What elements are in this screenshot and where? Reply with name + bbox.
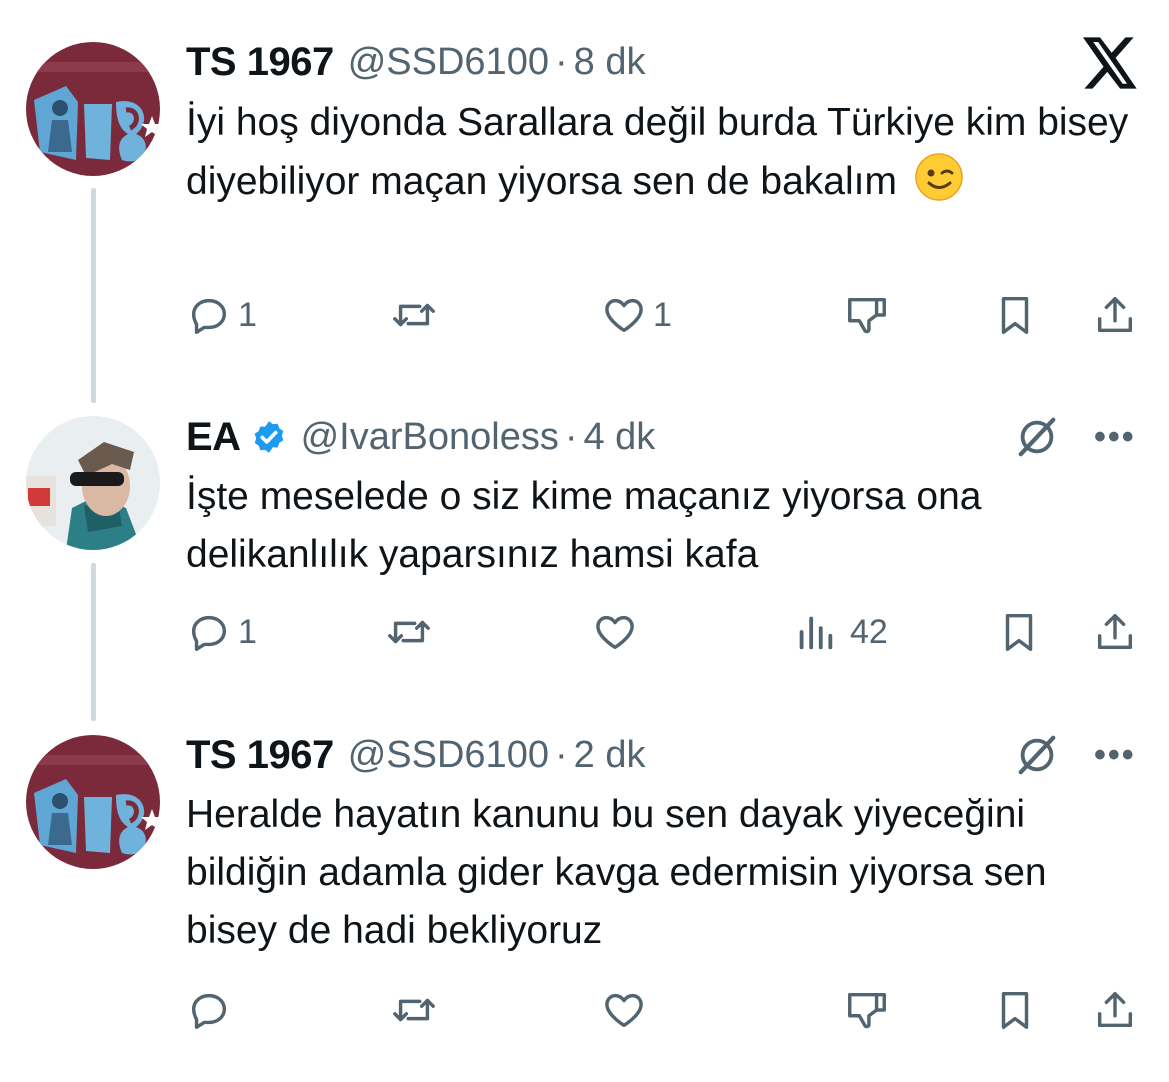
tweet-actions: 1 42 [186,606,1146,658]
thread-line [91,188,96,403]
like-count: 1 [653,295,672,334]
user-handle[interactable]: @SSD6100 [348,734,549,777]
bookmark-icon [1005,613,1033,651]
tweet-menu: ••• [1014,414,1136,460]
reply-icon [191,298,227,334]
grok-icon[interactable] [1014,732,1060,778]
reply-button[interactable]: 1 [186,606,257,658]
bookmark-icon [1001,296,1029,334]
timestamp[interactable]: 8 dk [574,41,646,84]
like-button[interactable] [592,606,638,658]
separator: · [554,40,568,83]
analytics-icon [799,616,833,650]
thread-line [91,563,96,721]
share-icon [1097,296,1133,333]
user-handle[interactable]: @IvarBonoless [301,416,559,459]
bookmark-icon [1001,991,1029,1029]
tweet-header: EA @IvarBonoless · 4 dk [186,412,655,462]
more-options-button[interactable]: ••• [1094,736,1136,775]
tweet-text-content: İşte meselede o siz kime maçanız yiyorsa… [186,475,982,576]
retweet-icon [388,620,430,644]
separator: · [564,415,578,458]
tweet-header: TS 1967 @SSD6100 · 2 dk [186,730,645,780]
reply-count: 1 [238,295,257,334]
tweet-header: TS 1967 @SSD6100 · 8 dk [186,37,645,87]
like-button[interactable]: 1 [601,289,672,341]
heart-icon [605,993,643,1028]
heart-icon [605,298,643,333]
view-count: 42 [850,612,888,651]
verified-badge-icon [254,421,283,453]
retweet-icon [393,303,435,327]
retweet-button[interactable] [391,984,437,1036]
reply-icon [191,615,227,651]
downvote-button[interactable] [844,289,890,341]
timestamp[interactable]: 4 dk [583,416,655,459]
winking-face-emoji-icon [915,153,963,201]
thumbs-down-icon [848,297,886,334]
display-name[interactable]: EA [186,415,241,460]
tweet-text-content: İyi hoş diyonda Sarallara değil burda Tü… [186,101,1129,203]
avatar[interactable] [26,42,160,176]
avatar[interactable] [26,735,160,869]
reply-icon [191,993,227,1029]
user-handle[interactable]: @SSD6100 [348,41,549,84]
retweet-button[interactable] [391,289,437,341]
x-logo-icon[interactable] [1083,37,1139,89]
share-icon [1097,991,1133,1028]
like-button[interactable] [601,984,647,1036]
bookmark-button[interactable] [992,289,1038,341]
heart-icon [596,615,634,650]
bookmark-button[interactable] [996,606,1042,658]
bookmark-button[interactable] [992,984,1038,1036]
share-button[interactable] [1092,606,1138,658]
tweet-actions: 1 1 [186,289,1146,341]
reply-button[interactable]: 1 [186,289,257,341]
reply-count: 1 [238,612,257,651]
thumbs-down-icon [848,992,886,1029]
tweet-text: Heralde hayatın kanunu bu sen dayak yiye… [186,786,1146,960]
retweet-icon [393,998,435,1022]
tweet-actions [186,984,1146,1036]
separator: · [554,733,568,776]
tweet-text-content: Heralde hayatın kanunu bu sen dayak yiye… [186,793,1047,952]
tweet-menu: ••• [1014,732,1136,778]
tweet-text: İşte meselede o siz kime maçanız yiyorsa… [186,468,1146,584]
grok-icon[interactable] [1014,414,1060,460]
display-name[interactable]: TS 1967 [186,40,334,85]
avatar[interactable] [26,416,160,550]
retweet-button[interactable] [386,606,432,658]
share-icon [1097,613,1133,650]
display-name[interactable]: TS 1967 [186,733,334,778]
timestamp[interactable]: 2 dk [574,734,646,777]
reply-button[interactable] [186,984,232,1036]
more-options-button[interactable]: ••• [1094,418,1136,457]
downvote-button[interactable] [844,984,890,1036]
share-button[interactable] [1092,289,1138,341]
tweet-text: İyi hoş diyonda Sarallara değil burda Tü… [186,94,1146,211]
share-button[interactable] [1092,984,1138,1036]
views-button[interactable]: 42 [792,606,888,658]
